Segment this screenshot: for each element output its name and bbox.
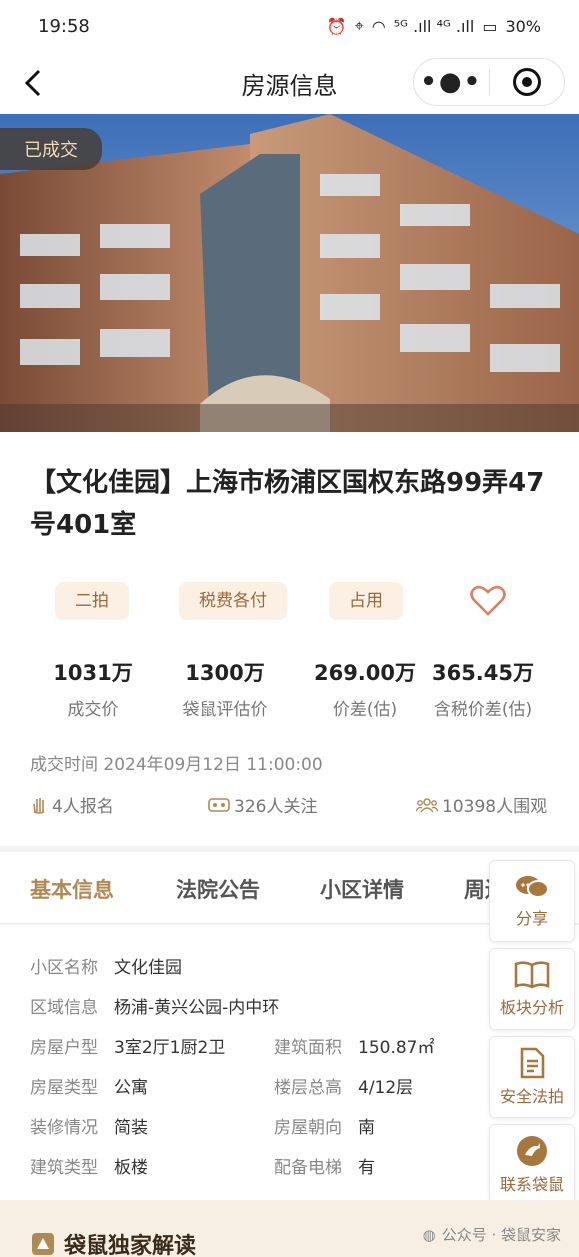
stat-value: 1300万 [185,661,265,685]
info-key: 区域信息 [30,998,98,1018]
eye-icon [208,797,230,812]
back-button[interactable] [18,66,48,100]
deal-status-badge: 已成交 [0,128,102,170]
mini-program-capsule: •●• [413,58,565,106]
signup-count-text: 4人报名 [52,797,114,817]
info-value: 有 [358,1158,375,1178]
tag-auction-round: 二拍 [55,582,129,620]
signal-icon: ⁵ᴳ .ıll ⁴ᴳ .ıll [393,16,475,36]
info-key: 楼层总高 [274,1078,342,1098]
info-area: 区域信息 杨浦-黄兴公园-内中环 [30,993,279,1018]
info-value: 板楼 [114,1158,148,1178]
stat-deal-price: 1031万 成交价 [18,657,168,720]
info-value: 4/12层 [358,1078,414,1098]
tab-basic-info[interactable]: 基本信息 [30,874,114,904]
info-value: 南 [358,1118,375,1138]
info-value: 文化佳园 [114,958,182,978]
info-orientation: 房屋朝向南 [274,1113,375,1138]
viewer-count-text: 10398人围观 [442,797,548,817]
sector-analysis-button[interactable]: 板块分析 [489,948,575,1030]
close-button[interactable] [490,68,565,96]
contact-label: 联系袋鼠 [499,1175,564,1194]
follower-count: 326人关注 [208,792,317,817]
target-icon [512,68,541,96]
info-structure: 建筑类型 板楼 [30,1153,148,1178]
info-key: 小区名称 [30,958,98,978]
hero-image[interactable]: 已成交 [0,114,579,432]
info-key: 装修情况 [30,1118,98,1138]
battery-percent: 30% [505,16,541,36]
hand-icon [33,797,45,814]
info-decoration: 装修情况 简装 [30,1113,148,1138]
info-elevator: 配备电梯有 [274,1153,375,1178]
info-value: 公寓 [114,1078,148,1098]
status-bar: 19:58 ⏰ ⌖ ◠ ⁵ᴳ .ıll ⁴ᴳ .ıll ▭ 30% [0,0,579,52]
people-icon [416,797,438,812]
status-time: 19:58 [38,15,90,37]
share-label: 分享 [515,909,548,928]
info-community: 小区名称 文化佳园 [30,953,182,978]
contact-button[interactable]: 联系袋鼠 [489,1124,575,1206]
tag-occupancy: 占用 [329,582,403,620]
info-key: 房屋户型 [30,1038,98,1058]
stat-label: 成交价 [67,700,119,720]
stat-value: 365.45万 [431,661,535,685]
info-key: 房屋类型 [30,1078,98,1098]
follower-count-text: 326人关注 [234,797,318,817]
kangaroo-logo-icon [517,1136,547,1166]
tag-tax: 税费各付 [179,582,287,620]
share-button[interactable]: 分享 [489,860,575,942]
battery-icon: ▭ [482,16,498,36]
info-key: 建筑类型 [30,1158,98,1178]
safe-auction-button[interactable]: 安全法拍 [489,1036,575,1118]
info-key: 房屋朝向 [274,1118,342,1138]
watermark-text: 公众号 · 袋鼠安家 [441,1226,561,1244]
info-value: 3室2厅1厨2卫 [114,1038,226,1058]
wifi-icon: ◠ [371,16,386,36]
location-icon: ⌖ [354,16,364,35]
chat-bubbles-icon [516,876,549,898]
tab-community-detail[interactable]: 小区详情 [320,874,404,904]
more-button[interactable]: •●• [414,67,489,97]
nav-bar: 房源信息 •●• [0,52,579,114]
tab-court-notice[interactable]: 法院公告 [176,874,260,904]
kangaroo-badge-icon [32,1233,54,1255]
info-key: 配备电梯 [274,1158,342,1178]
deal-time: 成交时间 2024年09月12日 11:00:00 [30,755,323,775]
document-icon [520,1047,545,1079]
favorite-heart-icon[interactable] [468,580,508,620]
page-title: 房源信息 [241,71,338,100]
listing-card: 【文化佳园】上海市杨浦区国权东路99弄47号401室 二拍 税费各付 占用 10… [0,432,579,846]
listing-title: 【文化佳园】上海市杨浦区国权东路99弄47号401室 [30,468,545,540]
stat-label: 袋鼠评估价 [182,700,268,720]
info-key: 建筑面积 [274,1038,342,1058]
stat-price-diff-tax: 365.45万 含税价差(估) [408,657,558,720]
alarm-icon: ⏰ [326,16,347,36]
info-house-type: 房屋类型 公寓 [30,1073,148,1098]
sector-analysis-label: 板块分析 [499,998,564,1017]
info-build-area: 建筑面积 150.87㎡ [274,1033,434,1058]
info-layout: 房屋户型 3室2厅1厨2卫 [30,1033,225,1058]
viewer-count: 10398人围观 [416,792,547,817]
info-value: 150.87㎡ [358,1038,435,1058]
wechat-watermark: ◍ 公众号 · 袋鼠安家 [423,1224,561,1245]
status-icons: ⏰ ⌖ ◠ ⁵ᴳ .ıll ⁴ᴳ .ıll ▭ 30% [327,16,541,36]
wechat-icon: ◍ [422,1225,436,1244]
info-floors: 楼层总高 4/12层 [274,1073,413,1098]
stat-valuation: 1300万 袋鼠评估价 [150,657,300,720]
signup-count: 4人报名 [30,792,114,817]
safe-auction-label: 安全法拍 [499,1087,564,1106]
stat-label: 含税价差(估) [433,700,533,720]
exclusive-analysis-panel: 袋鼠独家解读 ◍ 公众号 · 袋鼠安家 [0,1200,579,1257]
chevron-left-icon [24,69,41,97]
book-icon [514,961,550,989]
info-value: 简装 [114,1118,148,1138]
exclusive-analysis-text: 袋鼠独家解读 [64,1234,197,1257]
stat-value: 1031万 [53,661,133,685]
exclusive-analysis-title: 袋鼠独家解读 [30,1228,196,1257]
info-value: 杨浦-黄兴公园-内中环 [114,998,280,1018]
